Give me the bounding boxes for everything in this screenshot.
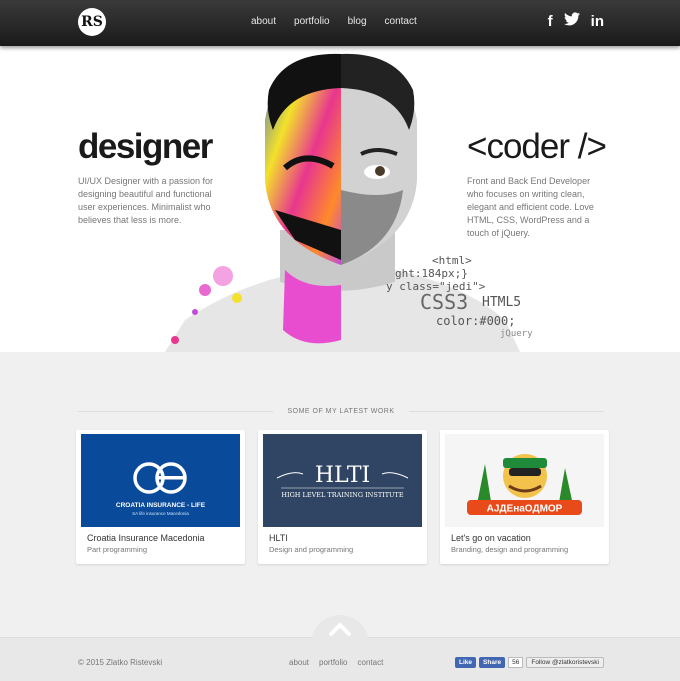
code-fragment: ght:184px;} <box>395 267 468 280</box>
footer: © 2015 Zlatko Ristevski about portfolio … <box>0 615 680 681</box>
code-fragment: color:#000; <box>436 314 516 328</box>
footer-nav-portfolio[interactable]: portfolio <box>319 658 347 667</box>
site-logo[interactable]: RS <box>78 8 106 36</box>
copyright-text: © 2015 Zlatko Ristevski <box>78 658 163 667</box>
social-widgets: Like Share 56 Follow @zlatkoristevski <box>455 657 604 668</box>
designer-title: designer <box>78 127 213 166</box>
croatia-thumbnail: CROATIA INSURANCE - LIFE SA life insuran… <box>81 434 240 527</box>
footer-nav-contact[interactable]: contact <box>358 658 384 667</box>
card-subtitle: Branding, design and programming <box>451 545 569 554</box>
work-cards: CROATIA INSURANCE - LIFE SA life insuran… <box>76 430 609 564</box>
nav-blog[interactable]: blog <box>348 16 367 27</box>
latest-work-section: SOME OF MY LATEST WORK CROATIA INSURANCE… <box>0 352 680 637</box>
card-title: Croatia Insurance Macedonia <box>87 533 205 543</box>
card-subtitle: Part programming <box>87 545 148 554</box>
work-card-croatia[interactable]: CROATIA INSURANCE - LIFE SA life insuran… <box>76 430 245 564</box>
nav-portfolio[interactable]: portfolio <box>294 16 330 27</box>
facebook-icon[interactable]: f <box>548 12 553 32</box>
hlti-subtext: HIGH LEVEL TRAINING INSTITUTE <box>281 491 403 499</box>
hero-section: <html> ght:184px;} y class="jedi"> CSS3 … <box>0 46 680 352</box>
nav-about[interactable]: about <box>251 16 276 27</box>
facebook-share-button[interactable]: Share <box>479 657 506 668</box>
code-fragment: HTML5 <box>482 295 522 310</box>
work-card-vacation[interactable]: АЈДЕнаОДМОР Let's go on vacation Brandin… <box>440 430 609 564</box>
croatia-subtext: SA life insurance Macedonia <box>132 511 189 516</box>
main-nav: about portfolio blog contact <box>251 16 435 27</box>
coder-title: <coder /> <box>467 127 607 166</box>
card-title: Let's go on vacation <box>451 533 531 543</box>
linkedin-icon[interactable]: in <box>591 12 604 32</box>
twitter-follow-button[interactable]: Follow @zlatkoristevski <box>526 657 604 668</box>
footer-nav: about portfolio contact <box>289 658 383 667</box>
facebook-like-button[interactable]: Like <box>455 657 477 668</box>
twitter-icon[interactable] <box>563 12 580 32</box>
vacation-thumbnail: АЈДЕнаОДМОР <box>445 434 604 527</box>
vacation-brand-text: АЈДЕнаОДМОР <box>487 504 563 515</box>
designer-column: designer UI/UX Designer with a passion f… <box>78 126 228 227</box>
croatia-brand-text: CROATIA INSURANCE - LIFE <box>116 502 206 509</box>
work-card-hlti[interactable]: HLTI HIGH LEVEL TRAINING INSTITUTE HLTI … <box>258 430 427 564</box>
hlti-thumbnail: HLTI HIGH LEVEL TRAINING INSTITUTE <box>263 434 422 527</box>
top-navigation-bar: RS about portfolio blog contact f in <box>0 0 680 46</box>
footer-nav-about[interactable]: about <box>289 658 309 667</box>
designer-description: UI/UX Designer with a passion for design… <box>78 176 214 225</box>
card-title: HLTI <box>269 533 288 543</box>
social-links: f in <box>548 12 604 32</box>
coder-column: <coder /> Front and Back End Developer w… <box>467 126 607 240</box>
hlti-brand-text: HLTI <box>315 463 370 488</box>
code-fragment: jQuery <box>500 329 533 339</box>
section-title: SOME OF MY LATEST WORK <box>287 408 395 415</box>
nav-contact[interactable]: contact <box>385 16 417 27</box>
coder-description: Front and Back End Developer who focuses… <box>467 176 594 238</box>
chevron-up-icon <box>329 623 351 636</box>
logo-text: RS <box>81 14 103 30</box>
code-fragment: CSS3 <box>420 290 469 314</box>
share-count: 56 <box>508 657 524 668</box>
card-subtitle: Design and programming <box>269 545 354 554</box>
code-fragment: <html> <box>432 254 472 267</box>
